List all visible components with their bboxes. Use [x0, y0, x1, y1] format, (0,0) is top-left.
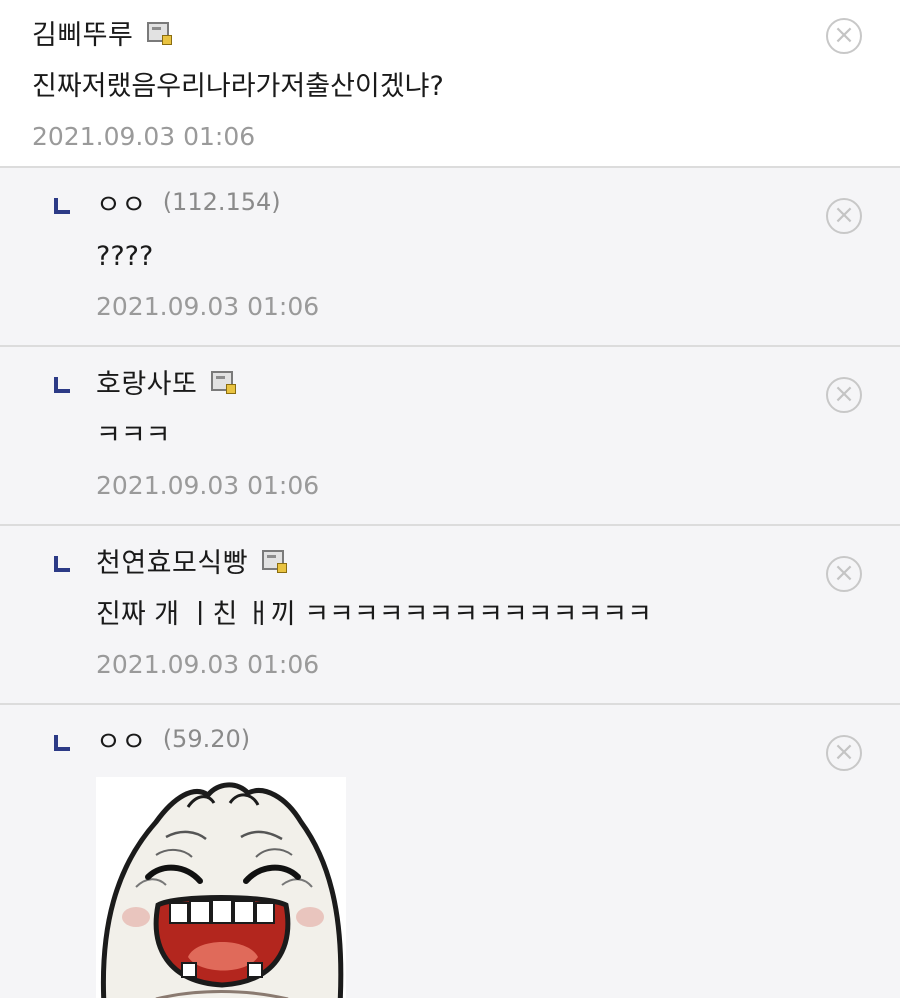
- comment-header: ㅇㅇ (59.20): [96, 719, 900, 759]
- comment-body: 진짜 개 ㅣ친 ㅐ끼 ㅋㅋㅋㅋㅋㅋㅋㅋㅋㅋㅋㅋㅋㅋ: [96, 599, 652, 630]
- reply-arrow-icon: [54, 377, 70, 393]
- delete-icon[interactable]: ×: [826, 18, 862, 54]
- comment-thread: 김삐뚜루 진짜저랬음우리나라가저출산이겠냐? 2021.09.03 01:06 …: [0, 0, 900, 998]
- reply-comment: 호랑사또 ㅋㅋㅋ 2021.09.03 01:06 ×: [0, 347, 900, 526]
- comment-time: 2021.09.03 01:06: [96, 292, 320, 321]
- comment-root: 김삐뚜루 진짜저랬음우리나라가저출산이겠냐? 2021.09.03 01:06 …: [0, 0, 900, 168]
- reply-arrow-icon: [54, 198, 70, 214]
- comment-nickname[interactable]: 천연효모식빵: [96, 541, 248, 580]
- comment-time: 2021.09.03 01:06: [96, 650, 320, 679]
- delete-icon[interactable]: ×: [826, 735, 862, 771]
- comment-nickname[interactable]: ㅇㅇ: [96, 720, 147, 759]
- comment-body: 진짜저랬음우리나라가저출산이겠냐?: [32, 71, 444, 102]
- comment-time: 2021.09.03 01:06: [32, 122, 256, 151]
- member-icon: [147, 22, 173, 45]
- sticker-image: [96, 777, 346, 998]
- laughing-creature-sticker: [100, 782, 344, 998]
- member-icon: [262, 550, 288, 573]
- comment-body: ????: [96, 241, 154, 272]
- comment-nickname[interactable]: ㅇㅇ: [96, 183, 147, 222]
- reply-arrow-icon: [54, 556, 70, 572]
- reply-comment: ㅇㅇ (59.20) ×: [0, 705, 900, 998]
- comment-header: 천연효모식빵: [96, 540, 900, 580]
- reply-arrow-icon: [54, 735, 70, 751]
- reply-comment: ㅇㅇ (112.154) ???? 2021.09.03 01:06 ×: [0, 168, 900, 347]
- delete-icon[interactable]: ×: [826, 198, 862, 234]
- comment-ip: (59.20): [162, 725, 251, 753]
- comment-nickname[interactable]: 김삐뚜루: [32, 13, 133, 52]
- comment-time: 2021.09.03 01:06: [96, 471, 320, 500]
- comment-header: 호랑사또: [96, 361, 900, 401]
- comment-ip: (112.154): [162, 188, 281, 216]
- comment-header: ㅇㅇ (112.154): [96, 182, 900, 222]
- delete-icon[interactable]: ×: [826, 377, 862, 413]
- reply-comment: 천연효모식빵 진짜 개 ㅣ친 ㅐ끼 ㅋㅋㅋㅋㅋㅋㅋㅋㅋㅋㅋㅋㅋㅋ 2021.09…: [0, 526, 900, 705]
- comment-nickname[interactable]: 호랑사또: [96, 362, 197, 401]
- delete-icon[interactable]: ×: [826, 556, 862, 592]
- comment-body: ㅋㅋㅋ: [96, 420, 171, 451]
- comment-header: 김삐뚜루: [32, 12, 900, 52]
- member-icon: [211, 371, 237, 394]
